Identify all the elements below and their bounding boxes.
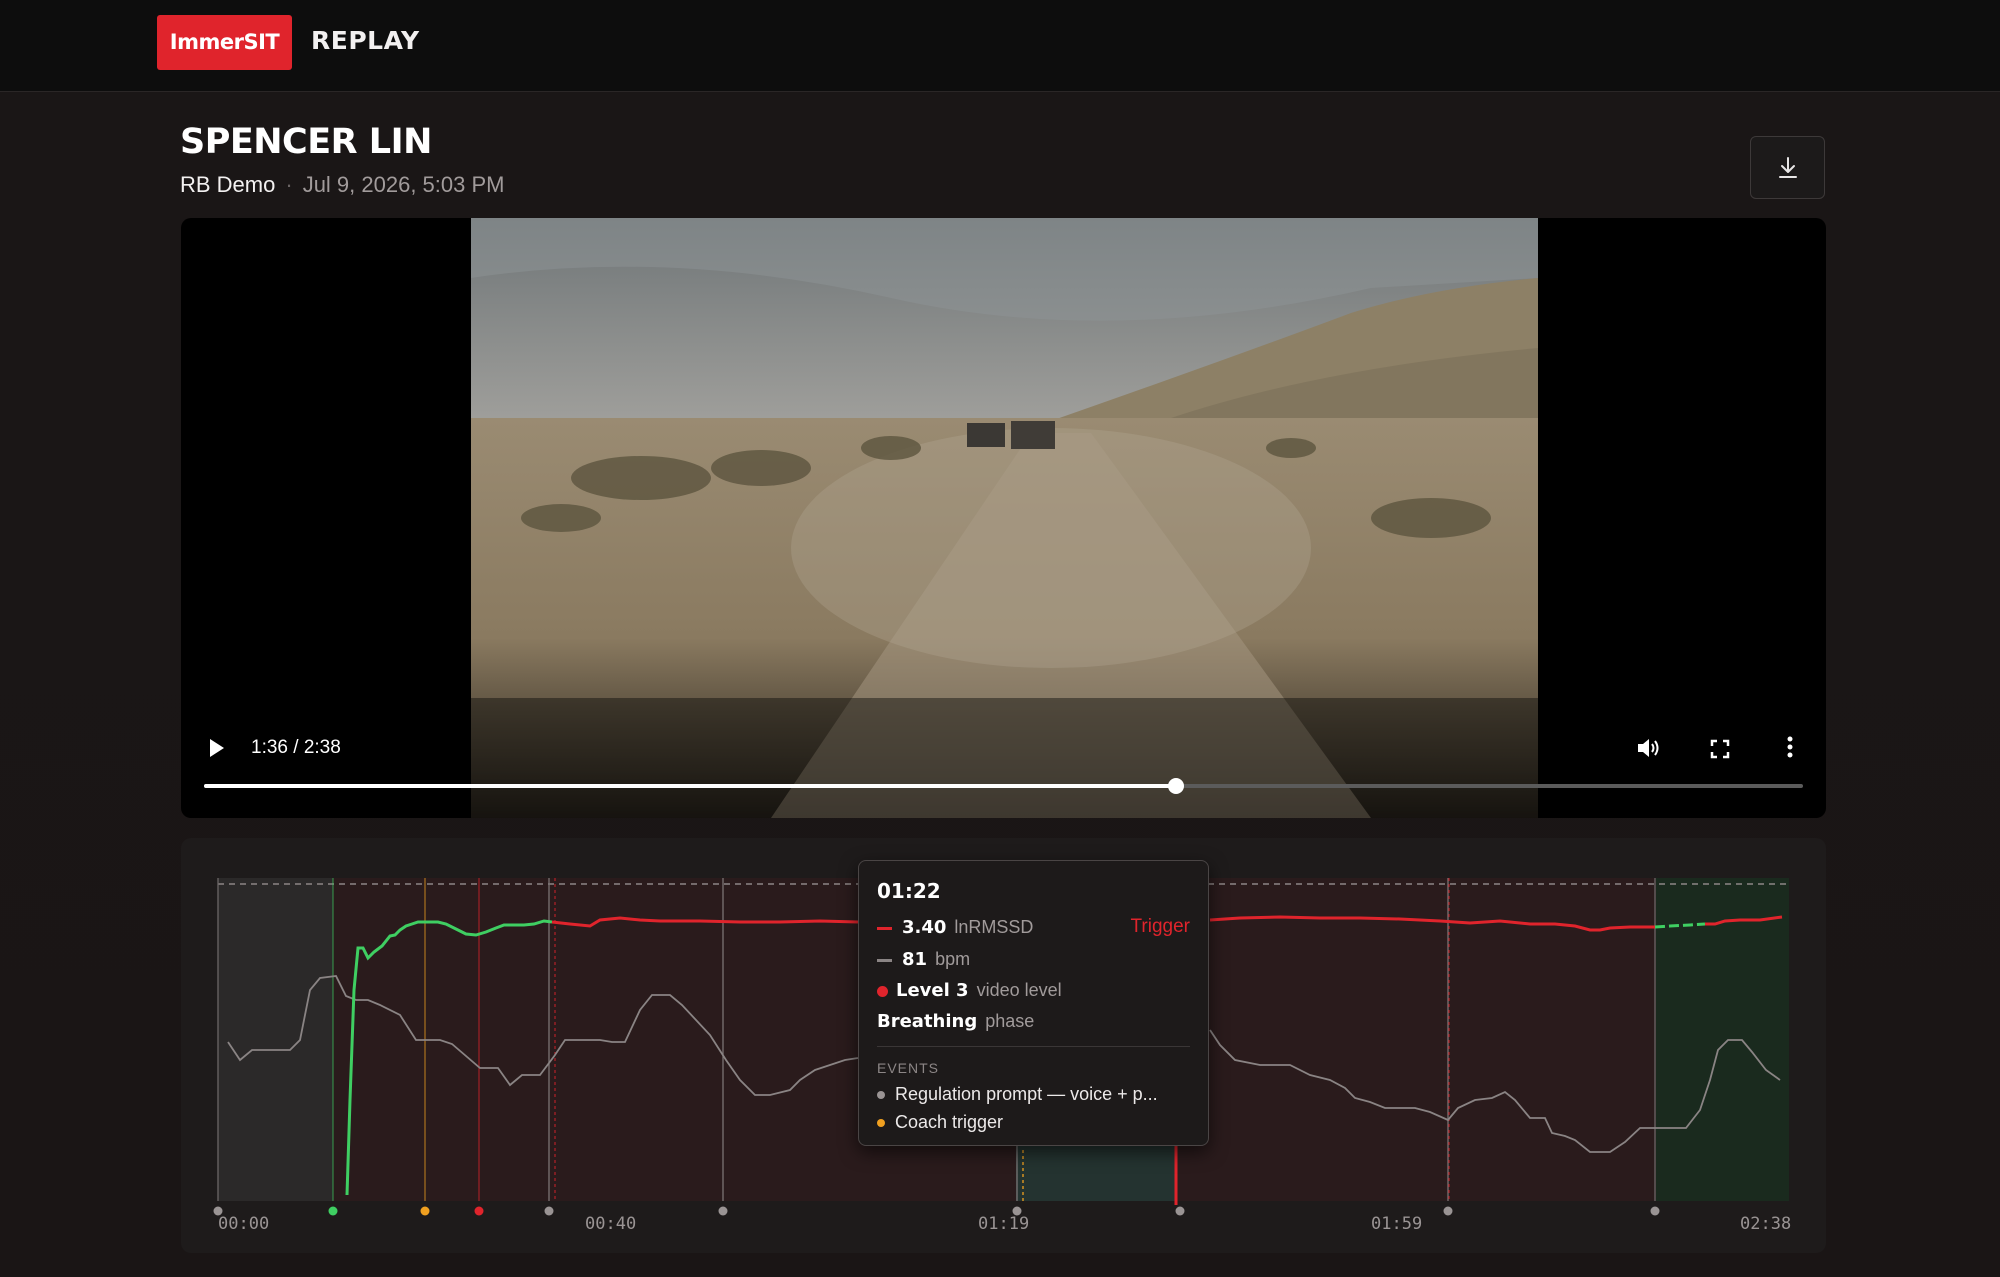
event-label: Regulation prompt — voice + p...	[895, 1084, 1158, 1104]
lnrmssd-unit: lnRMSSD	[954, 917, 1034, 937]
lnrmssd-status: Trigger	[1130, 916, 1190, 937]
tick-label: 01:19	[978, 1214, 1030, 1234]
tooltip-divider	[877, 1046, 1190, 1047]
level-unit: video level	[976, 980, 1062, 1000]
bpm-swatch	[877, 958, 892, 962]
event-dot	[1443, 1206, 1453, 1216]
lnrmssd-swatch	[877, 926, 892, 930]
level-dot	[877, 985, 888, 997]
level-value: Level 3	[896, 980, 969, 1001]
tick-label: 02:38	[1740, 1214, 1792, 1234]
tooltip-phase-row: Breathing phase	[877, 1011, 1034, 1032]
events-heading: EVENTS	[877, 1060, 940, 1076]
event-dot	[718, 1206, 728, 1216]
event-label: Coach trigger	[895, 1112, 1004, 1132]
event-dot	[1650, 1206, 1660, 1216]
tick-label: 00:40	[585, 1214, 637, 1234]
event-dots[interactable]	[213, 1206, 1660, 1216]
tooltip-lnrmssd-row: 3.40 lnRMSSD	[877, 917, 1033, 938]
bpm-unit: bpm	[935, 949, 971, 969]
event-dot	[420, 1206, 430, 1216]
event-dot	[1175, 1206, 1185, 1216]
tooltip-time: 01:22	[877, 879, 941, 903]
event-item: Coach trigger	[877, 1112, 1003, 1133]
timeline-tooltip: 01:22 3.40 lnRMSSD Trigger 81 bpm Level 3 v…	[858, 860, 1209, 1146]
event-dot-icon	[877, 1091, 885, 1100]
event-dot	[328, 1206, 338, 1216]
event-dot	[544, 1206, 554, 1216]
event-dot	[474, 1206, 484, 1216]
phase-value: Breathing	[877, 1011, 978, 1032]
tooltip-bpm-row: 81 bpm	[877, 949, 970, 970]
phase-unit: phase	[985, 1011, 1035, 1031]
bpm-value: 81	[902, 949, 928, 970]
tooltip-level-row: Level 3 video level	[877, 980, 1062, 1001]
event-item: Regulation prompt — voice + p...	[877, 1084, 1158, 1105]
baseline-segment	[218, 878, 333, 1201]
event-dot-icon	[877, 1119, 885, 1128]
lnrmssd-value: 3.40	[902, 917, 947, 938]
tick-label: 01:59	[1371, 1214, 1423, 1234]
tick-label: 00:00	[218, 1214, 270, 1234]
